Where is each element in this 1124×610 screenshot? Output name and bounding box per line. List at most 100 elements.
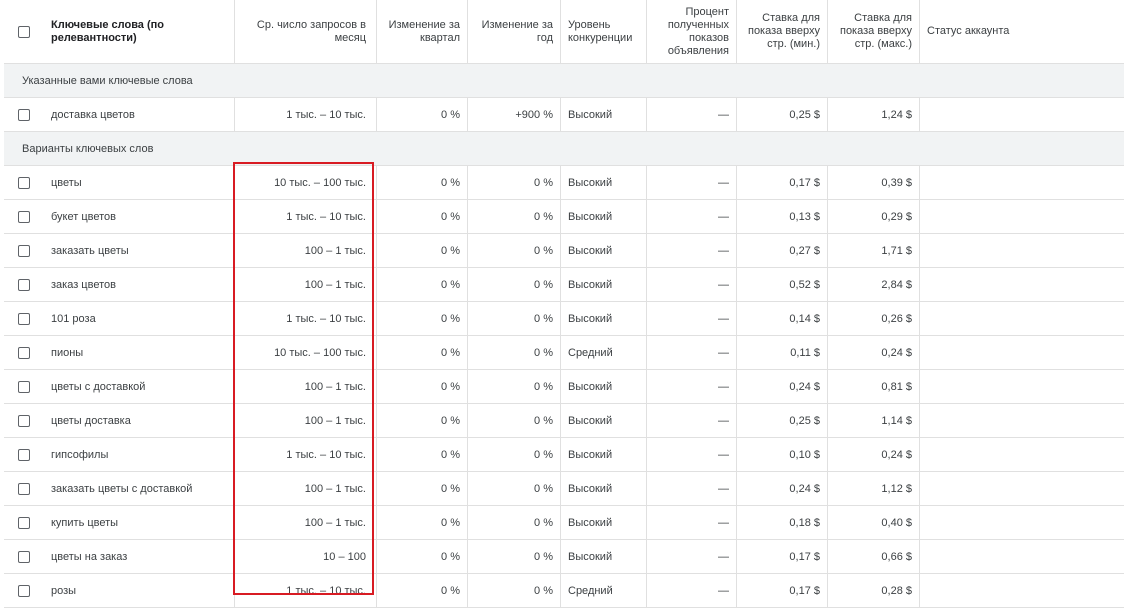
column-header-keyword[interactable]: Ключевые слова (по релевантности)	[44, 0, 235, 63]
table-row[interactable]: букет цветов 1 тыс. – 10 тыс. 0 % 0 % Высоки…	[4, 200, 1124, 234]
row-checkbox[interactable]	[18, 482, 30, 495]
volume-cell: 1 тыс. – 10 тыс.	[235, 302, 377, 335]
volume-cell: 1 тыс. – 10 тыс.	[235, 200, 377, 233]
keyword-cell[interactable]: доставка цветов	[44, 98, 235, 131]
bid-high-cell: 0,81 $	[828, 370, 920, 403]
keyword-cell[interactable]: цветы	[44, 166, 235, 199]
yoy-change-cell: 0 %	[468, 540, 561, 573]
bid-high-cell: 0,66 $	[828, 540, 920, 573]
row-checkbox[interactable]	[18, 448, 30, 461]
row-checkbox-cell[interactable]	[4, 200, 44, 233]
row-checkbox-cell[interactable]	[4, 98, 44, 131]
impression-share-cell: —	[647, 370, 737, 403]
keyword-cell[interactable]: цветы с доставкой	[44, 370, 235, 403]
keyword-cell[interactable]: купить цветы	[44, 506, 235, 539]
keyword-cell[interactable]: гипсофилы	[44, 438, 235, 471]
row-checkbox[interactable]	[18, 414, 30, 427]
row-checkbox[interactable]	[18, 380, 30, 393]
group-header-provided: Указанные вами ключевые слова	[4, 64, 1124, 98]
row-checkbox[interactable]	[18, 176, 30, 189]
account-status-cell	[920, 438, 1110, 471]
table-row[interactable]: заказ цветов 100 – 1 тыс. 0 % 0 % Высокий —0,…	[4, 268, 1124, 302]
row-checkbox-cell[interactable]	[4, 472, 44, 505]
row-checkbox-cell[interactable]	[4, 540, 44, 573]
keyword-cell[interactable]: букет цветов	[44, 200, 235, 233]
column-header-yoy-change[interactable]: Изменение за год	[468, 0, 561, 63]
row-checkbox-cell[interactable]	[4, 268, 44, 301]
row-checkbox-cell[interactable]	[4, 234, 44, 267]
group-header-ideas: Варианты ключевых слов	[4, 132, 1124, 166]
column-header-bid-low[interactable]: Ставка для показа вверху стр. (мин.)	[737, 0, 828, 63]
column-header-impression-share[interactable]: Процент полученных показов объявления	[647, 0, 737, 63]
table-row[interactable]: цветы доставка 100 – 1 тыс. 0 % 0 % Высокий —…	[4, 404, 1124, 438]
select-all-checkbox[interactable]	[18, 25, 30, 38]
row-checkbox-cell[interactable]	[4, 166, 44, 199]
account-status-cell	[920, 336, 1110, 369]
keyword-cell[interactable]: заказ цветов	[44, 268, 235, 301]
keyword-cell[interactable]: заказать цветы	[44, 234, 235, 267]
row-checkbox[interactable]	[18, 550, 30, 563]
table-row[interactable]: заказать цветы с доставкой 100 – 1 тыс. 0 …	[4, 472, 1124, 506]
keyword-cell[interactable]: 101 роза	[44, 302, 235, 335]
table-row[interactable]: купить цветы 100 – 1 тыс. 0 % 0 % Высокий —0,…	[4, 506, 1124, 540]
row-checkbox[interactable]	[18, 108, 30, 121]
volume-cell: 100 – 1 тыс.	[235, 472, 377, 505]
table-row[interactable]: 101 роза 1 тыс. – 10 тыс. 0 % 0 % Высокий —0,…	[4, 302, 1124, 336]
row-checkbox[interactable]	[18, 210, 30, 223]
table-row[interactable]: цветы на заказ 10 – 100 0 % 0 % Высокий —0,17…	[4, 540, 1124, 574]
volume-cell: 100 – 1 тыс.	[235, 506, 377, 539]
column-header-competition[interactable]: Уровень конкуренции	[561, 0, 647, 63]
yoy-change-cell: 0 %	[468, 506, 561, 539]
table-row[interactable]: гипсофилы 1 тыс. – 10 тыс. 0 % 0 % Высокий —0…	[4, 438, 1124, 472]
column-header-bid-high[interactable]: Ставка для показа вверху стр. (макс.)	[828, 0, 920, 63]
impression-share-cell: —	[647, 166, 737, 199]
row-checkbox-cell[interactable]	[4, 506, 44, 539]
row-checkbox[interactable]	[18, 278, 30, 291]
competition-cell: Высокий	[561, 200, 647, 233]
bid-low-cell: 0,10 $	[737, 438, 828, 471]
row-checkbox-cell[interactable]	[4, 404, 44, 437]
table-row[interactable]: доставка цветов 1 тыс. – 10 тыс. 0 % +900 %…	[4, 98, 1124, 132]
row-checkbox-cell[interactable]	[4, 370, 44, 403]
volume-cell: 1 тыс. – 10 тыс.	[235, 98, 377, 131]
row-checkbox-cell[interactable]	[4, 336, 44, 369]
select-all-checkbox-cell[interactable]	[4, 0, 44, 63]
table-row[interactable]: розы 1 тыс. – 10 тыс. 0 % 0 % Средний —0,17 $…	[4, 574, 1124, 608]
competition-cell: Высокий	[561, 540, 647, 573]
row-checkbox[interactable]	[18, 312, 30, 325]
keyword-cell[interactable]: цветы на заказ	[44, 540, 235, 573]
table-row[interactable]: цветы с доставкой 100 – 1 тыс. 0 % 0 % Высок…	[4, 370, 1124, 404]
bid-high-cell: 0,24 $	[828, 336, 920, 369]
keyword-cell[interactable]: цветы доставка	[44, 404, 235, 437]
column-header-account-status[interactable]: Статус аккаунта	[920, 0, 1110, 63]
impression-share-cell: —	[647, 336, 737, 369]
keyword-ideas-body: цветы 10 тыс. – 100 тыс. 0 % 0 % Высокий —0,1…	[4, 166, 1124, 608]
row-checkbox[interactable]	[18, 244, 30, 257]
row-checkbox-cell[interactable]	[4, 438, 44, 471]
table-row[interactable]: пионы 10 тыс. – 100 тыс. 0 % 0 % Средний —0,1…	[4, 336, 1124, 370]
row-checkbox[interactable]	[18, 584, 30, 597]
keyword-cell[interactable]: розы	[44, 574, 235, 607]
account-status-cell	[920, 404, 1110, 437]
row-checkbox[interactable]	[18, 346, 30, 359]
bid-low-cell: 0,25 $	[737, 98, 828, 131]
volume-cell: 1 тыс. – 10 тыс.	[235, 438, 377, 471]
impression-share-cell: —	[647, 438, 737, 471]
competition-cell: Высокий	[561, 302, 647, 335]
group-label: Указанные вами ключевые слова	[22, 74, 193, 87]
column-header-volume[interactable]: Ср. число запросов в месяц	[235, 0, 377, 63]
account-status-cell	[920, 268, 1110, 301]
competition-cell: Высокий	[561, 370, 647, 403]
table-row[interactable]: заказать цветы 100 – 1 тыс. 0 % 0 % Высокий —…	[4, 234, 1124, 268]
row-checkbox-cell[interactable]	[4, 302, 44, 335]
account-status-cell	[920, 472, 1110, 505]
keyword-cell[interactable]: пионы	[44, 336, 235, 369]
row-checkbox[interactable]	[18, 516, 30, 529]
table-row[interactable]: цветы 10 тыс. – 100 тыс. 0 % 0 % Высокий —0,1…	[4, 166, 1124, 200]
yoy-change-cell: 0 %	[468, 268, 561, 301]
account-status-cell	[920, 98, 1110, 131]
column-header-qtr-change[interactable]: Изменение за квартал	[377, 0, 468, 63]
row-checkbox-cell[interactable]	[4, 574, 44, 607]
account-status-cell	[920, 166, 1110, 199]
keyword-cell[interactable]: заказать цветы с доставкой	[44, 472, 235, 505]
